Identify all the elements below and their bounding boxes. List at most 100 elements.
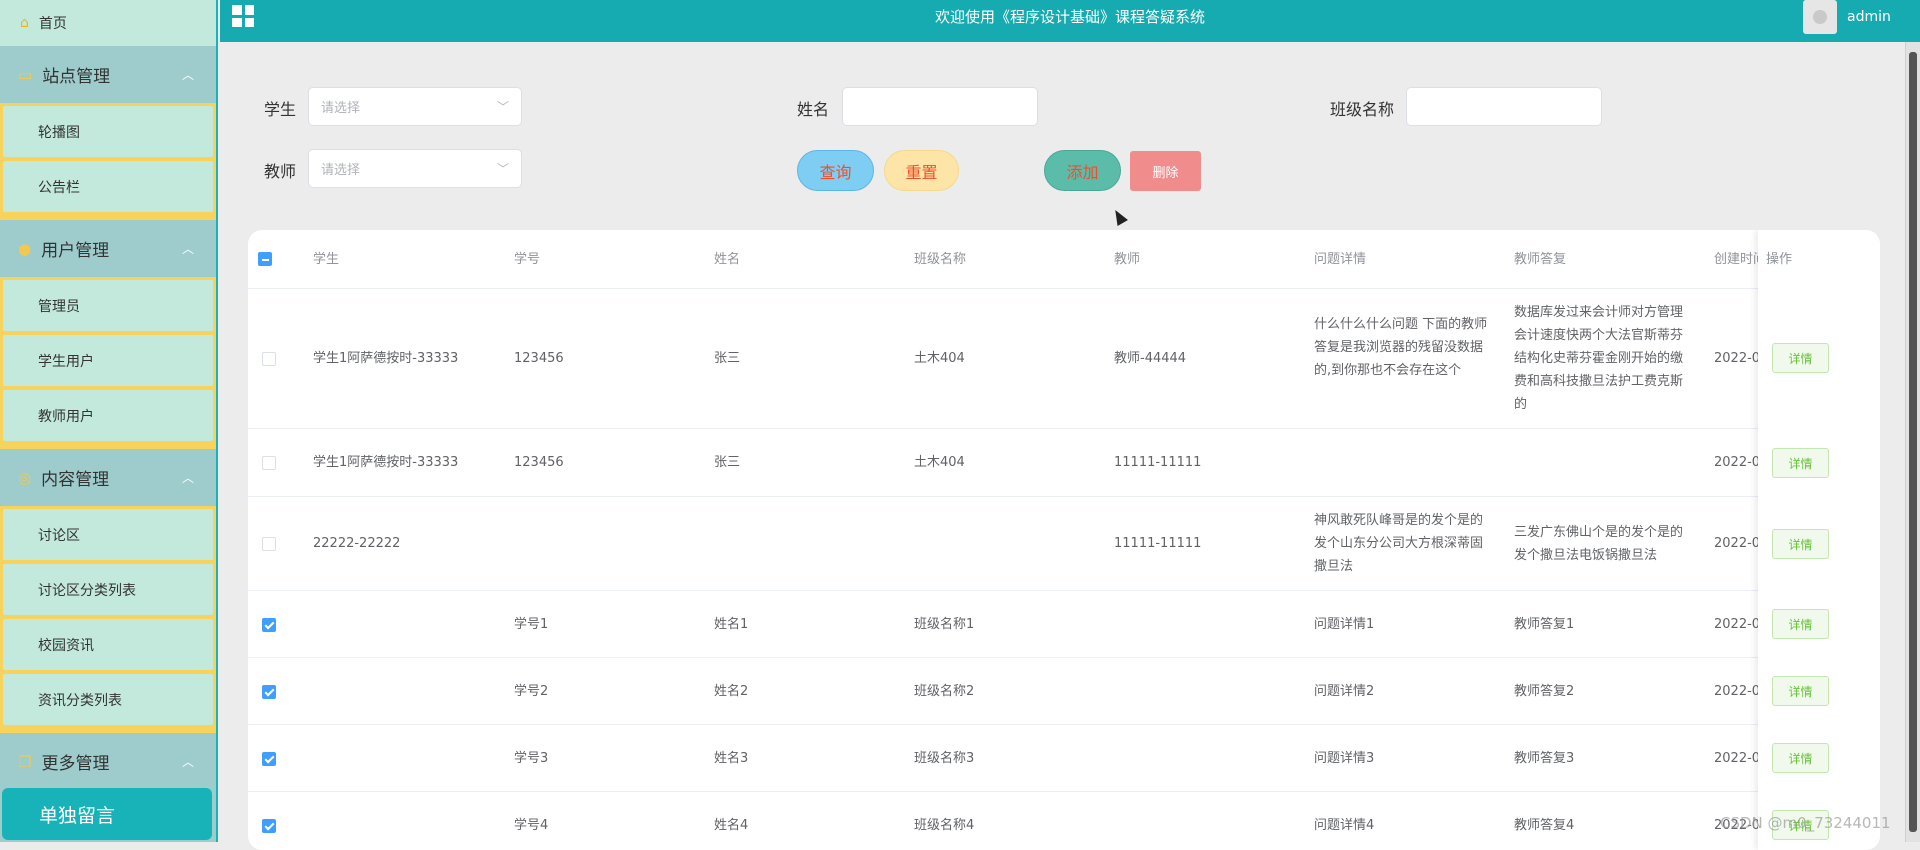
chat-icon: ◎ bbox=[18, 468, 32, 487]
sidebar-group-label: 更多管理 bbox=[41, 754, 110, 774]
row-checkbox[interactable] bbox=[262, 819, 276, 833]
cell-name: 张三 bbox=[714, 351, 741, 366]
sidebar-item-campus-news[interactable]: 校园资讯 bbox=[3, 619, 213, 670]
table-row[interactable]: 学号2 姓名2 班级名称2 问题详情2 教师答复2 2022-0 bbox=[248, 658, 1880, 725]
row-checkbox[interactable] bbox=[262, 752, 276, 766]
cell-name: 姓名3 bbox=[714, 751, 749, 766]
column-header[interactable]: 创建时间 bbox=[1714, 248, 1758, 271]
reset-button[interactable]: 重置 bbox=[884, 150, 959, 191]
table-row[interactable]: 学号1 姓名1 班级名称1 问题详情1 教师答复1 2022-0 bbox=[248, 591, 1880, 658]
table-row[interactable]: 学生1阿萨德按时-33333 123456 张三 土木404 11111-111… bbox=[248, 429, 1880, 497]
sidebar-item-label: 资讯分类列表 bbox=[38, 692, 122, 709]
sidebar-item-label: 首页 bbox=[38, 16, 67, 32]
column-header[interactable]: 学生 bbox=[313, 248, 339, 271]
delete-button[interactable]: 删除 bbox=[1130, 151, 1201, 191]
cell-reply: 教师答复2 bbox=[1514, 684, 1575, 699]
sidebar-item-carousel[interactable]: 轮播图 bbox=[3, 106, 213, 157]
sidebar-item-admin[interactable]: 管理员 bbox=[3, 280, 213, 331]
chevron-down-icon: ﹀ bbox=[496, 162, 509, 176]
cell-reply: 教师答复4 bbox=[1514, 818, 1575, 833]
chevron-down-icon: ﹀ bbox=[496, 100, 509, 114]
sidebar-item-news-category[interactable]: 资讯分类列表 bbox=[3, 674, 213, 725]
row-checkbox[interactable] bbox=[262, 537, 276, 551]
cell-created: 2022-0 bbox=[1714, 617, 1761, 632]
sidebar-item-private-message[interactable]: 单独留言 bbox=[2, 788, 212, 840]
chevron-up-icon: ︿ bbox=[181, 68, 194, 82]
chevron-up-icon: ︿ bbox=[181, 755, 194, 769]
table-row[interactable]: 22222-22222 11111-11111 神风敢死队峰哥是的发个是的发个山… bbox=[248, 497, 1880, 591]
cell-student: 学生1阿萨德按时-33333 bbox=[313, 455, 459, 470]
row-checkbox[interactable] bbox=[262, 685, 276, 699]
avatar[interactable] bbox=[1803, 0, 1837, 34]
cell-teacher: 11111-11111 bbox=[1114, 455, 1202, 470]
column-header[interactable]: 教师 bbox=[1114, 248, 1140, 271]
row-checkbox[interactable] bbox=[262, 456, 276, 470]
vertical-scrollbar[interactable] bbox=[1905, 42, 1920, 842]
sidebar-item-label: 讨论区分类列表 bbox=[38, 582, 136, 599]
select-all-checkbox[interactable] bbox=[258, 252, 272, 266]
cell-student-id: 学号3 bbox=[514, 751, 549, 766]
table-row[interactable]: 学生1阿萨德按时-33333 123456 张三 土木404 教师-44444 … bbox=[248, 289, 1880, 429]
detail-button[interactable]: 详情 bbox=[1772, 448, 1829, 478]
sidebar-group-content[interactable]: ◎ 内容管理 ︿ bbox=[0, 449, 216, 506]
cell-created: 2022-0 bbox=[1714, 536, 1761, 551]
detail-button[interactable]: 详情 bbox=[1772, 529, 1829, 559]
table-row[interactable]: 学号3 姓名3 班级名称3 问题详情3 教师答复3 2022-0 bbox=[248, 725, 1880, 792]
cell-student: 22222-22222 bbox=[313, 536, 401, 551]
cell-question: 问题详情1 bbox=[1314, 617, 1375, 632]
cell-question: 问题详情2 bbox=[1314, 684, 1375, 699]
operation-column: 操作 详情 详情 详情 详情 详情 详情 详情 bbox=[1758, 230, 1880, 850]
sidebar-group-site[interactable]: ▭ 站点管理 ︿ bbox=[0, 46, 216, 103]
cell-question: 什么什么什么问题 下面的教师答复是我浏览器的残留没数据的,到你那也不会存在这个 bbox=[1314, 317, 1488, 378]
detail-button[interactable]: 详情 bbox=[1772, 676, 1829, 706]
sidebar-group-label: 内容管理 bbox=[41, 470, 110, 490]
cell-name: 姓名4 bbox=[714, 818, 749, 833]
scrollbar-thumb[interactable] bbox=[1909, 52, 1917, 832]
user-menu[interactable]: admin bbox=[1803, 0, 1891, 34]
watermark: CSDN @m0_73244011 bbox=[1720, 814, 1891, 832]
detail-button[interactable]: 详情 bbox=[1772, 343, 1829, 373]
copy-icon: ❐ bbox=[18, 752, 32, 771]
column-header[interactable]: 班级名称 bbox=[914, 248, 966, 271]
cell-student-id: 123456 bbox=[514, 351, 564, 366]
detail-button[interactable]: 详情 bbox=[1772, 609, 1829, 639]
sidebar-item-teacher-user[interactable]: 教师用户 bbox=[3, 390, 213, 441]
column-header[interactable]: 姓名 bbox=[714, 248, 740, 271]
class-input[interactable] bbox=[1406, 87, 1602, 126]
sidebar-item-student-user[interactable]: 学生用户 bbox=[3, 335, 213, 386]
sidebar-item-forum-category[interactable]: 讨论区分类列表 bbox=[3, 564, 213, 615]
teacher-select[interactable]: 请选择 ﹀ bbox=[308, 149, 522, 188]
sidebar-item-home[interactable]: ⌂ 首页 bbox=[0, 0, 216, 46]
cell-created: 2022-0 bbox=[1714, 455, 1761, 470]
add-button[interactable]: 添加 bbox=[1044, 150, 1121, 191]
column-header[interactable]: 教师答复 bbox=[1514, 248, 1566, 271]
row-checkbox[interactable] bbox=[262, 352, 276, 366]
sidebar-item-label: 单独留言 bbox=[39, 804, 116, 827]
sidebar: ⌂ 首页 ▭ 站点管理 ︿ 轮播图 公告栏 ● 用户管理 ︿ 管理员 学生用户 … bbox=[0, 0, 218, 842]
username: admin bbox=[1847, 9, 1891, 25]
table-row[interactable]: 学号4 姓名4 班级名称4 问题详情4 教师答复4 2022-0 bbox=[248, 792, 1880, 850]
cell-name: 姓名2 bbox=[714, 684, 749, 699]
sidebar-item-label: 管理员 bbox=[38, 298, 80, 315]
row-checkbox[interactable] bbox=[262, 618, 276, 632]
sidebar-group-more[interactable]: ❐ 更多管理 ︿ bbox=[0, 733, 216, 790]
user-icon: ● bbox=[18, 239, 32, 258]
student-select[interactable]: 请选择 ﹀ bbox=[308, 87, 522, 126]
cell-teacher: 教师-44444 bbox=[1114, 351, 1187, 366]
sidebar-group-user[interactable]: ● 用户管理 ︿ bbox=[0, 220, 216, 277]
mouse-cursor-icon bbox=[1110, 207, 1128, 226]
cell-question: 问题详情4 bbox=[1314, 818, 1375, 833]
cell-name: 张三 bbox=[714, 455, 741, 470]
column-header[interactable]: 学号 bbox=[514, 248, 540, 271]
cell-class: 班级名称1 bbox=[914, 617, 975, 632]
column-header[interactable]: 问题详情 bbox=[1314, 248, 1366, 271]
detail-button[interactable]: 详情 bbox=[1772, 743, 1829, 773]
query-button[interactable]: 查询 bbox=[797, 150, 874, 191]
sidebar-item-notice[interactable]: 公告栏 bbox=[3, 161, 213, 212]
name-input[interactable] bbox=[842, 87, 1038, 126]
teacher-label: 教师 bbox=[264, 162, 297, 181]
sidebar-item-label: 讨论区 bbox=[38, 527, 80, 544]
sidebar-item-label: 校园资讯 bbox=[38, 637, 94, 654]
sidebar-item-forum[interactable]: 讨论区 bbox=[3, 509, 213, 560]
monitor-icon: ▭ bbox=[18, 65, 33, 84]
